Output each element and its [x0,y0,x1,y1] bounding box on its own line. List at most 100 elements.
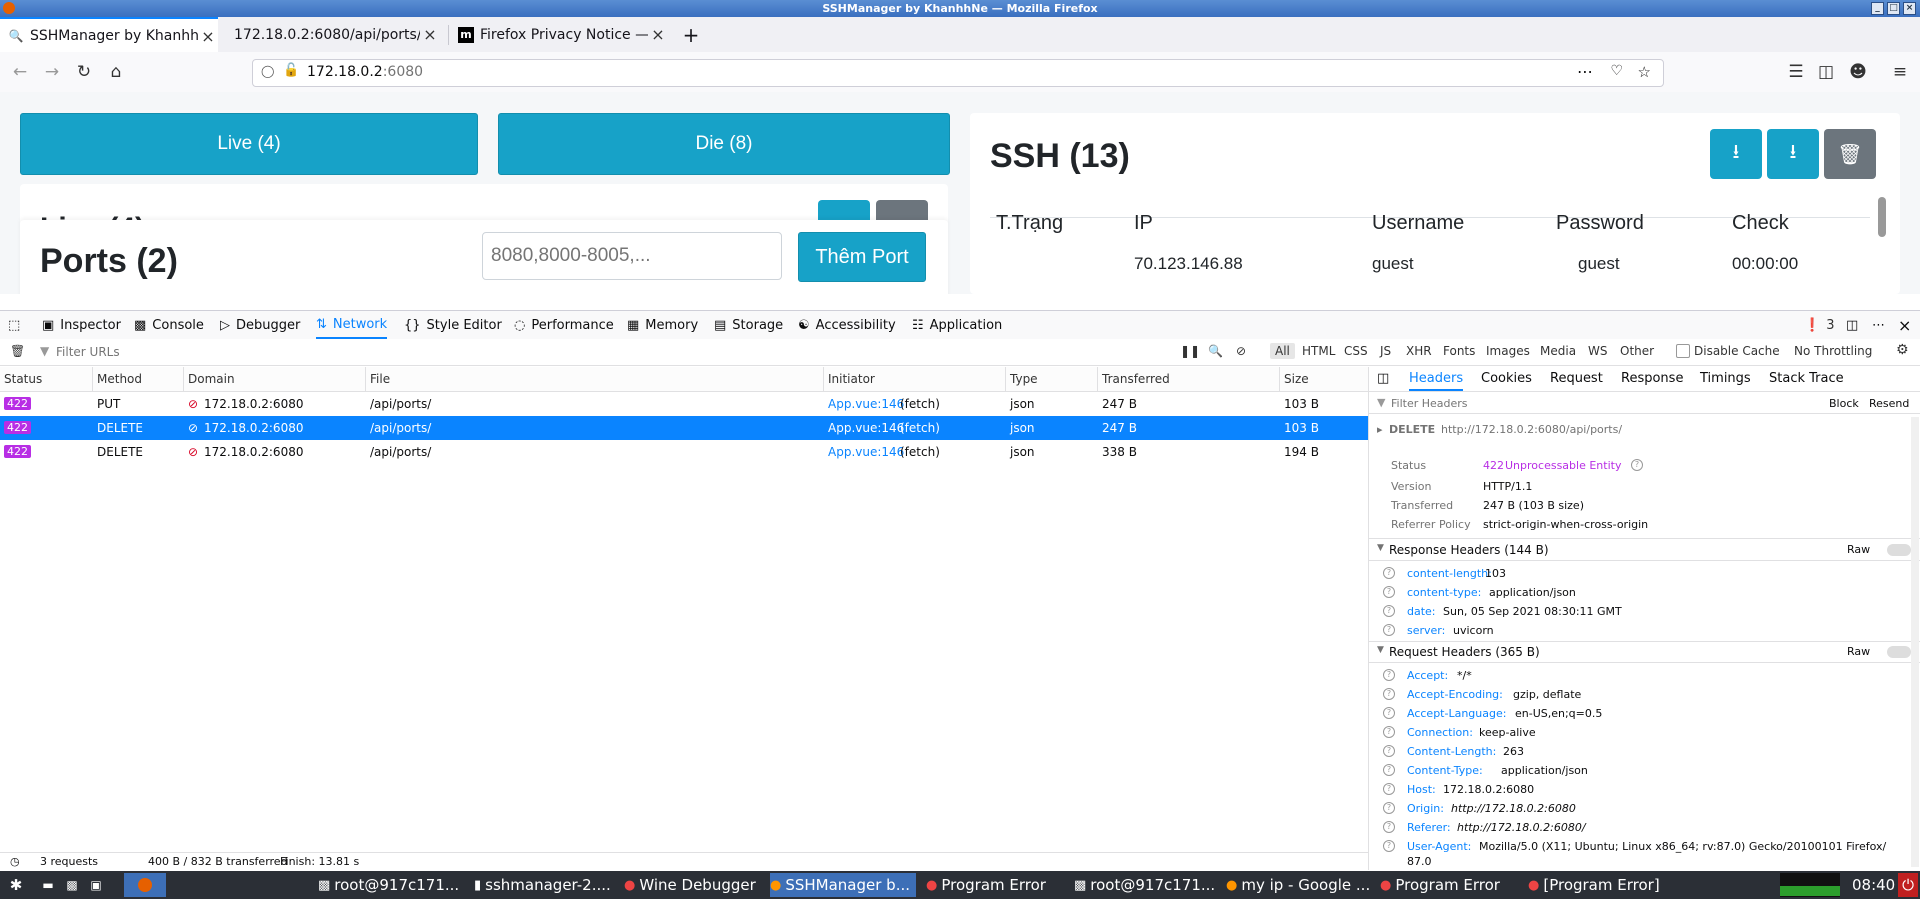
help-icon[interactable]: ? [1383,586,1395,598]
taskbar-item-wine-debugger[interactable]: ● Wine Debugger [624,873,764,897]
tab-inspector[interactable]: ▣ Inspector [42,311,121,339]
live-button[interactable]: Live (4) [20,113,478,175]
filter-css[interactable]: CSS [1344,344,1368,358]
filter-fonts[interactable]: Fonts [1443,344,1475,358]
help-icon[interactable]: ? [1383,783,1395,795]
maximize-button[interactable]: □ [1887,2,1900,15]
initiator-link[interactable]: App.vue:146 [828,421,904,435]
library-icon[interactable]: ☰ [1784,60,1808,84]
add-port-button[interactable]: Thêm Port [798,232,926,282]
more-options-icon[interactable]: ⋯ [1872,311,1885,339]
minimize-button[interactable]: _ [1871,2,1884,15]
taskbar-item-sshmanager[interactable]: ● SSHManager b... [770,873,916,897]
help-icon[interactable]: ? [1383,764,1395,776]
taskbar-item-terminal-1[interactable]: ▩ root@917c171... [318,873,458,897]
taskbar-item-my-ip[interactable]: ● my ip - Google ... [1226,873,1374,897]
filter-images[interactable]: Images [1486,344,1530,358]
tab-headers[interactable]: Headers [1409,371,1464,391]
dock-icon[interactable]: ◫ [1846,311,1858,339]
help-icon[interactable]: ? [1383,821,1395,833]
response-headers-section[interactable]: ▼ Response Headers (144 B) Raw [1369,540,1920,560]
back-button[interactable]: ← [8,60,32,84]
tab-memory[interactable]: ▦ Memory [627,311,698,339]
tab-performance[interactable]: ◌ Performance [514,311,614,339]
toggle-panel-icon[interactable]: ◫ [1377,371,1389,386]
taskbar-item-program-error-3[interactable]: ● [Program Error] [1528,873,1668,897]
tab-cookies[interactable]: Cookies [1481,371,1532,386]
col-file[interactable]: File [370,372,390,386]
filter-js[interactable]: JS [1380,344,1391,358]
taskbar-item-terminal-2[interactable]: ▩ root@917c171... [1074,873,1214,897]
tab-style-editor[interactable]: {} Style Editor [404,311,502,339]
help-icon[interactable]: ? [1383,726,1395,738]
filter-ws[interactable]: WS [1588,344,1607,358]
help-icon[interactable]: ? [1383,624,1395,636]
die-button[interactable]: Die (8) [498,113,950,175]
help-icon[interactable]: ? [1383,745,1395,757]
help-icon[interactable]: ? [1383,802,1395,814]
tab-response[interactable]: Response [1621,371,1683,386]
block-button[interactable]: Block [1829,397,1859,410]
col-transferred[interactable]: Transferred [1102,372,1170,386]
col-type[interactable]: Type [1010,372,1038,386]
raw-toggle[interactable] [1887,646,1911,658]
pause-icon[interactable]: ❚❚ [1180,344,1200,358]
close-tab-icon[interactable]: × [648,25,668,44]
power-icon[interactable]: ⏻ [1898,873,1918,897]
table-row-selected[interactable]: 422 DELETE ⊘ 172.18.0.2:6080 /api/ports/… [0,416,1368,440]
clear-icon[interactable]: 🗑 [10,344,25,358]
new-tab-button[interactable]: + [676,17,706,52]
resend-button[interactable]: Resend [1869,397,1909,410]
tab-application[interactable]: ☷ Application [912,311,1002,339]
settings-gear-icon[interactable]: ⚙ [1896,342,1909,358]
tab-network[interactable]: ⇅ Network [316,311,388,339]
raw-toggle[interactable] [1887,544,1911,556]
reload-button[interactable]: ↻ [72,60,96,84]
shield-icon[interactable]: ◯ [261,64,274,78]
help-icon[interactable]: ? [1383,688,1395,700]
help-icon[interactable]: ? [1383,669,1395,681]
tab-stack-trace[interactable]: Stack Trace [1769,371,1844,386]
expand-arrow-icon[interactable]: ▸ [1377,423,1383,436]
pocket-icon[interactable]: ♡ [1610,63,1623,79]
request-headers-section[interactable]: ▼ Request Headers (365 B) Raw [1369,642,1920,662]
initiator-link[interactable]: App.vue:146 [828,397,904,411]
help-icon[interactable]: ? [1383,605,1395,617]
tab-console[interactable]: ▩ Console [134,311,204,339]
trash-icon[interactable]: 🗑 [1824,129,1876,179]
page-actions-icon[interactable]: ⋯ [1577,62,1593,81]
window-icon[interactable]: ▣ [86,873,106,897]
close-window-button[interactable]: × [1903,2,1916,15]
start-menu-icon[interactable]: ✱ [4,873,28,897]
table-row[interactable]: 422 DELETE ⊘ 172.18.0.2:6080 /api/ports/… [0,440,1368,464]
tab-accessibility[interactable]: ☯ Accessibility [798,311,896,339]
download-icon[interactable]: ⭳ [1767,129,1819,179]
col-method[interactable]: Method [97,372,142,386]
col-initiator[interactable]: Initiator [828,372,875,386]
tab-storage[interactable]: ▤ Storage [714,311,783,339]
table-row[interactable]: 422 PUT ⊘ 172.18.0.2:6080 /api/ports/ Ap… [0,392,1368,416]
filter-other[interactable]: Other [1620,344,1654,358]
collapse-arrow-icon[interactable]: ▼ [1377,543,1384,553]
block-icon[interactable]: ⊘ [1236,344,1246,358]
insecure-lock-icon[interactable]: 🔓 [283,63,299,78]
taskbar-item-program-error-1[interactable]: ● Program Error [926,873,1066,897]
pick-element-icon[interactable]: ⬚ [8,311,20,339]
bookmark-star-icon[interactable]: ☆ [1638,63,1651,81]
taskbar-item-program-error-2[interactable]: ● Program Error [1380,873,1520,897]
file-manager-icon[interactable]: ▩ [62,873,82,897]
collapse-arrow-icon[interactable]: ▼ [1377,645,1384,655]
forward-button[interactable]: → [40,60,64,84]
scrollbar[interactable] [1878,197,1886,237]
tab-sshmanager[interactable]: 🔍 SSHManager by KhanhhNe × [0,17,218,53]
filter-headers-input[interactable] [1389,394,1723,412]
filter-media[interactable]: Media [1540,344,1576,358]
search-icon[interactable]: 🔍 [1208,344,1223,358]
filter-xhr[interactable]: XHR [1406,344,1432,358]
url-bar[interactable]: ◯ 🔓 172.18.0.2:6080 ⋯ ♡ ☆ [252,59,1664,87]
close-devtools-icon[interactable]: × [1898,311,1911,339]
tab-request[interactable]: Request [1550,371,1603,386]
disable-cache-checkbox[interactable] [1676,344,1690,358]
menu-icon[interactable]: ≡ [1888,60,1912,84]
filter-urls-input[interactable] [54,342,1158,362]
